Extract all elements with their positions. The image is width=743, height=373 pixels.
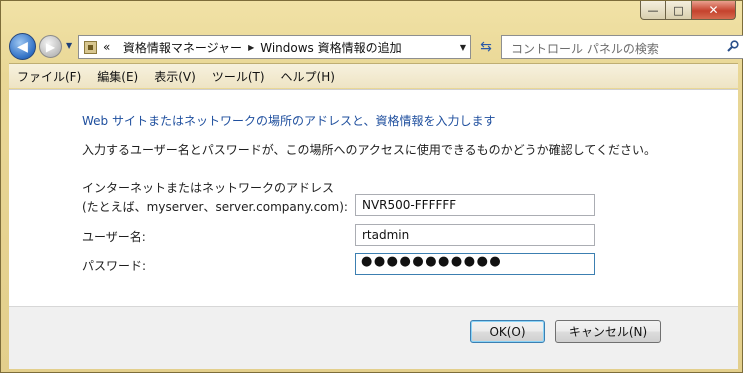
menu-edit[interactable]: 編集(E) bbox=[97, 68, 138, 85]
back-button[interactable]: ◀ bbox=[9, 33, 36, 60]
search-box[interactable]: コントロール パネルの検索 bbox=[501, 35, 743, 59]
maximize-button[interactable]: □ bbox=[666, 1, 692, 20]
menu-bar: ファイル(F) 編集(E) 表示(V) ツール(T) ヘルプ(H) bbox=[9, 63, 738, 88]
form-heading: Web サイトまたはネットワークの場所のアドレスと、資格情報を入力します bbox=[82, 114, 496, 128]
address-bar[interactable]: « 資格情報マネージャー ▶ Windows 資格情報の追加 ▼ bbox=[78, 35, 471, 59]
breadcrumb-credential-manager[interactable]: 資格情報マネージャー bbox=[123, 39, 242, 56]
search-placeholder: コントロール パネルの検索 bbox=[511, 42, 659, 56]
control-panel-icon bbox=[84, 40, 97, 54]
username-field[interactable] bbox=[355, 224, 595, 246]
menu-view[interactable]: 表示(V) bbox=[154, 68, 196, 85]
refresh-button[interactable]: ⇆ bbox=[475, 35, 497, 59]
form-description: 入力するユーザー名とパスワードが、この場所へのアクセスに使用できるものかどうか確… bbox=[82, 143, 656, 157]
address-field[interactable] bbox=[355, 194, 595, 216]
search-icon[interactable] bbox=[727, 40, 739, 52]
dialog-footer: OK(O) キャンセル(N) bbox=[9, 306, 738, 369]
address-label-line1: インターネットまたはネットワークのアドレス bbox=[82, 181, 335, 195]
forward-button[interactable]: ▶ bbox=[39, 35, 62, 58]
breadcrumb-add-windows-credential[interactable]: Windows 資格情報の追加 bbox=[260, 39, 401, 56]
ok-button[interactable]: OK(O) bbox=[470, 320, 545, 343]
breadcrumb-overflow[interactable]: « bbox=[103, 40, 110, 54]
forward-arrow-icon: ▶ bbox=[45, 39, 56, 54]
address-dropdown-icon[interactable]: ▼ bbox=[460, 43, 466, 52]
maximize-icon: □ bbox=[673, 3, 684, 17]
breadcrumb-separator-icon[interactable]: ▶ bbox=[248, 43, 254, 52]
recent-pages-dropdown-icon[interactable]: ▼ bbox=[66, 41, 72, 50]
menu-tools[interactable]: ツール(T) bbox=[212, 68, 265, 85]
navigation-bar: ◀ ▶ ▼ « 資格情報マネージャー ▶ Windows 資格情報の追加 ▼ ⇆… bbox=[9, 32, 743, 60]
password-label: パスワード: bbox=[82, 259, 147, 273]
back-arrow-icon: ◀ bbox=[17, 38, 28, 55]
window: — □ ✕ ◀ ▶ ▼ « 資格情報マネージャー ▶ Windows 資格情報の… bbox=[0, 0, 743, 373]
breadcrumb-separator-icon bbox=[114, 43, 117, 52]
minimize-button[interactable]: — bbox=[640, 1, 666, 20]
close-icon: ✕ bbox=[708, 3, 719, 17]
address-label-line2: (たとえば、myserver、server.company.com): bbox=[82, 200, 348, 214]
minimize-icon: — bbox=[647, 3, 659, 17]
menu-help[interactable]: ヘルプ(H) bbox=[281, 68, 335, 85]
window-controls: — □ ✕ bbox=[640, 1, 736, 20]
username-label: ユーザー名: bbox=[82, 230, 146, 244]
password-field[interactable] bbox=[355, 253, 595, 275]
cancel-button[interactable]: キャンセル(N) bbox=[555, 320, 661, 343]
refresh-icon: ⇆ bbox=[480, 39, 492, 55]
close-button[interactable]: ✕ bbox=[692, 1, 736, 20]
credential-form: Web サイトまたはネットワークの場所のアドレスと、資格情報を入力します 入力す… bbox=[9, 89, 738, 307]
menu-file[interactable]: ファイル(F) bbox=[17, 68, 81, 85]
